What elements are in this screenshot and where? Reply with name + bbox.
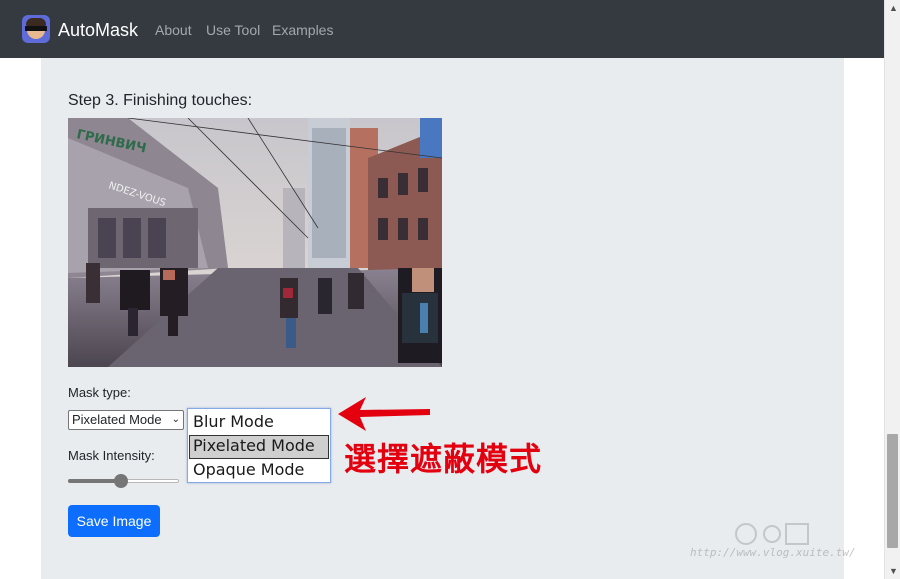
scrollbar-thumb[interactable] — [887, 434, 898, 548]
brand-logo-icon[interactable] — [22, 15, 50, 43]
brand-name[interactable]: AutoMask — [58, 19, 138, 41]
step-title: Step 3. Finishing touches: — [68, 92, 253, 109]
scroll-down-arrow-icon[interactable]: ▼ — [889, 566, 898, 576]
annotation-text: 選擇遮蔽模式 — [344, 440, 543, 478]
nav-link-examples[interactable]: Examples — [272, 21, 333, 39]
mask-type-select[interactable]: Pixelated Mode ⌄ — [68, 410, 184, 430]
masked-photo: ГРИНВИЧ NDEZ-VOUS — [68, 118, 442, 367]
option-blur-mode[interactable]: Blur Mode — [189, 411, 329, 435]
mask-type-label: Mask type: — [68, 385, 131, 400]
mask-type-selected: Pixelated Mode — [72, 412, 162, 427]
slider-fill — [68, 479, 122, 483]
mask-intensity-slider[interactable] — [68, 474, 179, 488]
nav-link-about[interactable]: About — [155, 21, 192, 39]
option-opaque-mode[interactable]: Opaque Mode — [189, 459, 329, 483]
watermark-url: http://www.vlog.xuite.tw/ — [690, 546, 856, 559]
page-scrollbar[interactable]: ▲ ▼ — [884, 0, 900, 579]
nav-link-use-tool[interactable]: Use Tool — [206, 21, 260, 39]
navbar: AutoMask About Use Tool Examples — [0, 0, 885, 58]
slider-thumb[interactable] — [114, 474, 129, 488]
save-image-button[interactable]: Save Image — [68, 505, 160, 537]
red-arrow-icon — [338, 397, 430, 431]
chevron-down-icon: ⌄ — [171, 414, 180, 425]
scroll-up-arrow-icon[interactable]: ▲ — [889, 3, 898, 13]
mask-type-dropdown[interactable]: Blur Mode Pixelated Mode Opaque Mode — [187, 408, 331, 483]
option-pixelated-mode[interactable]: Pixelated Mode — [189, 435, 329, 459]
mask-intensity-label: Mask Intensity: — [68, 448, 155, 463]
